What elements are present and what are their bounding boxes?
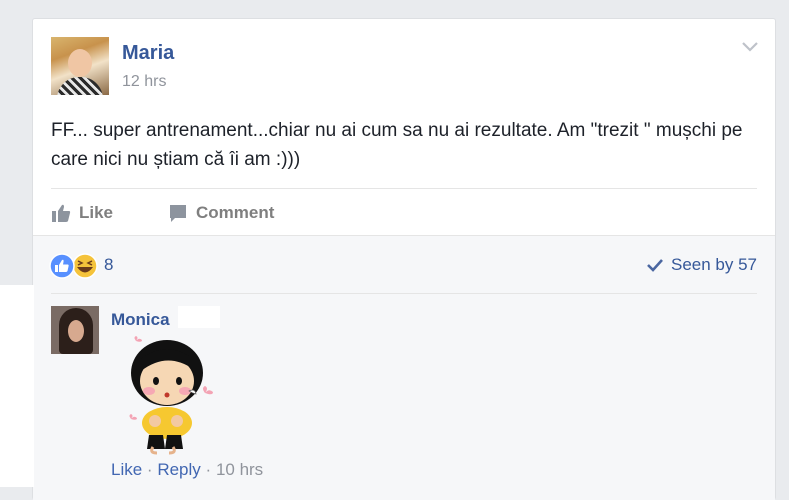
seen-by[interactable]: Seen by 57 [646,255,757,275]
redaction-mask [178,306,220,328]
edge-mask [0,285,34,487]
separator: · [146,460,153,479]
author-name[interactable]: Maria [122,42,174,65]
haha-icon [72,253,98,279]
reactions-and-comments: 8 Seen by 57 Monica Like · Reply · 10 hr… [33,235,775,500]
reaction-count[interactable]: 8 [104,255,113,275]
post-card: Maria 12 hrs FF... super antrenament...c… [32,18,776,500]
checkmark-icon [647,259,663,272]
author-avatar[interactable] [51,37,109,95]
post-timestamp[interactable]: 12 hrs [122,73,166,91]
divider [51,293,757,294]
reaction-icons[interactable] [49,253,101,279]
commenter-name[interactable]: Monica [111,310,170,330]
comment-label: Comment [196,203,275,222]
comment-icon [170,205,186,222]
like-label: Like [79,203,114,222]
comment-actions: Like · Reply · 10 hrs [111,460,263,480]
commenter-avatar[interactable] [51,306,99,354]
comment-timestamp[interactable]: 10 hrs [216,460,263,479]
chevron-down-icon[interactable] [741,41,759,53]
seen-by-label: Seen by 57 [670,255,757,274]
thumbs-up-icon [52,204,71,222]
separator: · [205,460,212,479]
reply-link[interactable]: Reply [157,460,200,479]
like-button[interactable]: Like [51,201,113,225]
sticker-image [129,336,213,455]
comment-like-link[interactable]: Like [111,460,142,479]
comment-button[interactable]: Comment [168,201,274,225]
like-reaction-icon [49,253,75,279]
post-text: FF... super antrenament...chiar nu ai cu… [51,120,743,170]
divider [51,188,757,189]
